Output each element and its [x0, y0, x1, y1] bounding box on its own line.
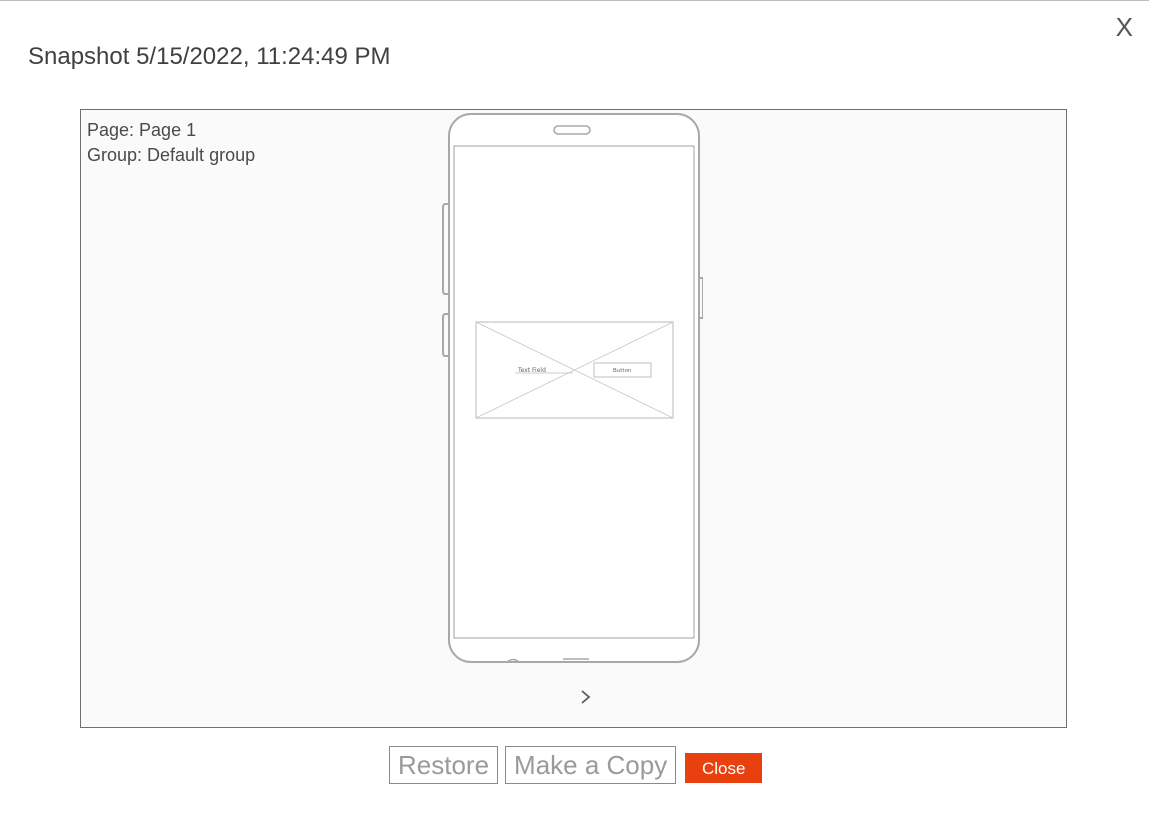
- action-bar: Restore Make a Copy Close: [389, 744, 763, 784]
- snapshot-dialog: X Snapshot 5/15/2022, 11:24:49 PM Page: …: [0, 0, 1149, 814]
- button-sketch-label: Button: [613, 368, 632, 374]
- group-info: Group: Default group: [87, 145, 256, 165]
- text-field-label: Text Field: [517, 367, 546, 374]
- dialog-title: Snapshot 5/15/2022, 11:24:49 PM: [28, 43, 391, 70]
- chevron-right-icon[interactable]: [574, 682, 598, 712]
- close-icon[interactable]: X: [1116, 11, 1133, 43]
- phone-screen: [453, 145, 695, 639]
- snapshot-preview: Page: Page 1 Group: Default group Text F…: [80, 109, 1067, 728]
- preview-meta: Page: Page 1 Group: Default group: [87, 118, 255, 168]
- page-info: Page: Page 1: [87, 120, 197, 140]
- restore-button[interactable]: Restore: [389, 746, 499, 784]
- phone-mockup: Text Field Button: [442, 113, 703, 663]
- make-copy-button[interactable]: Make a Copy: [505, 746, 677, 784]
- close-button[interactable]: Close: [685, 753, 763, 783]
